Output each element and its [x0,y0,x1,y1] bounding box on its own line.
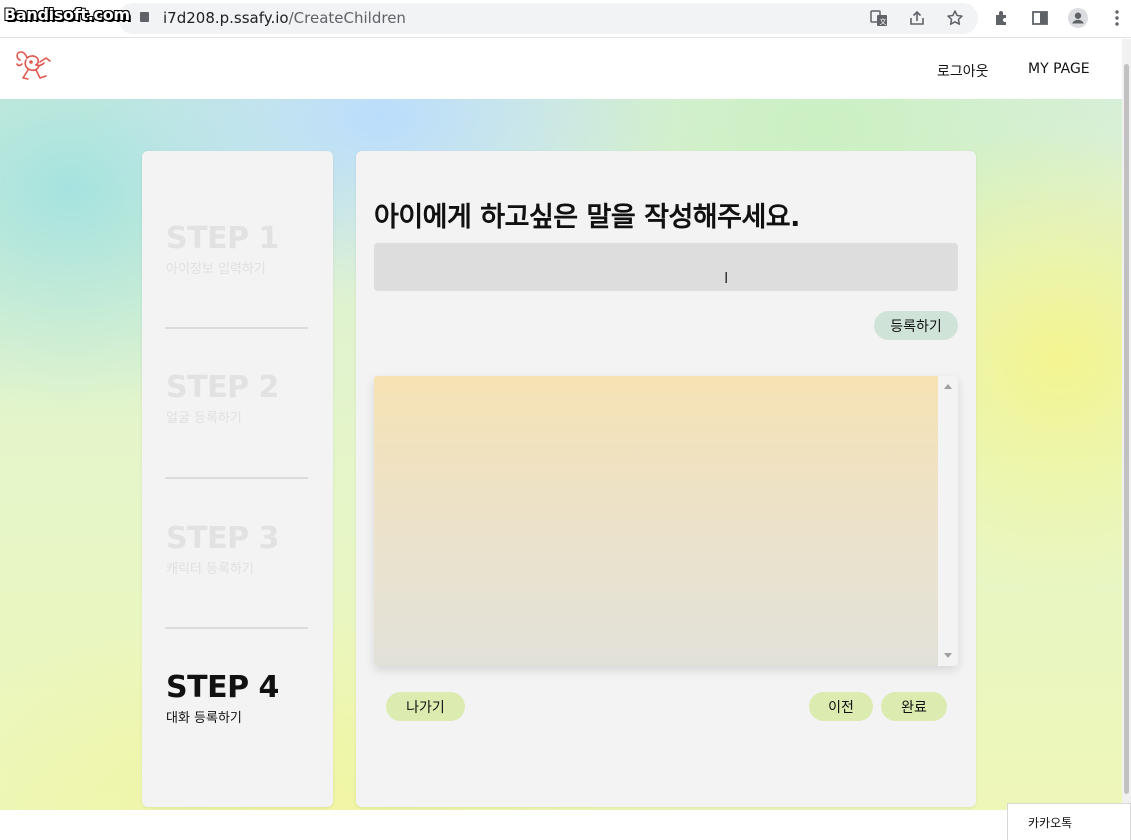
svg-text:文: 文 [880,17,887,26]
url-text[interactable]: i7d208.p.ssafy.io/CreateChildren [163,9,406,27]
step-panel: STEP 1 아이정보 입력하기 STEP 2 얼굴 등록하기 STEP 3 캐… [142,151,333,807]
url-path: /CreateChildren [288,9,406,27]
browser-toolbar: Bandisoft.com i7d208.p.ssafy.io/CreateCh… [0,0,1131,38]
step-2-subtitle: 얼굴 등록하기 [166,411,242,426]
step-4-subtitle: 대화 등록하기 [166,711,242,726]
message-list-scrollbar[interactable] [938,376,958,666]
register-button[interactable]: 등록하기 [874,311,958,340]
profile-icon[interactable] [1068,8,1088,28]
scroll-up-arrow-icon[interactable] [944,384,952,389]
text-cursor-icon: I [724,269,729,287]
done-button[interactable]: 완료 [881,692,947,721]
step-1-subtitle: 아이정보 입력하기 [166,262,266,277]
page-scrollbar-thumb[interactable] [1124,64,1129,794]
share-icon[interactable] [907,8,927,28]
step-1: STEP 1 아이정보 입력하기 [166,221,316,277]
kakaotalk-notification[interactable]: 카카오톡 [1007,803,1131,840]
page-scrollbar[interactable] [1122,39,1131,809]
bottom-strip [0,810,1131,840]
bandisoft-watermark: Bandisoft.com [4,5,130,24]
extensions-icon[interactable] [992,8,1012,28]
step-2-title: STEP 2 [166,370,279,405]
step-divider [165,477,308,479]
star-icon[interactable] [945,8,965,28]
step-1-title: STEP 1 [166,221,279,256]
prev-button[interactable]: 이전 [809,692,873,721]
step-4: STEP 4 대화 등록하기 [166,670,316,726]
message-card: 아이에게 하고싶은 말을 작성해주세요. I 등록하기 나가기 이전 완료 [356,151,976,807]
scroll-down-arrow-icon[interactable] [944,653,952,658]
page-title: 아이에게 하고싶은 말을 작성해주세요. [374,202,800,233]
site-header: 로그아웃 MY PAGE [0,39,1122,99]
logout-link[interactable]: 로그아웃 [937,61,989,81]
step-4-title: STEP 4 [166,670,279,705]
exit-button[interactable]: 나가기 [386,692,465,721]
translate-icon[interactable]: 文 [869,8,889,28]
message-list[interactable] [374,376,958,666]
step-3-subtitle: 캐릭터 등록하기 [166,562,254,577]
step-3: STEP 3 캐릭터 등록하기 [166,521,316,577]
lock-icon[interactable] [140,12,149,22]
sidepanel-icon[interactable] [1030,8,1050,28]
logo-icon[interactable] [14,48,56,86]
step-divider [165,327,308,329]
message-input[interactable] [374,243,958,291]
menu-icon[interactable] [1107,8,1127,28]
step-2: STEP 2 얼굴 등록하기 [166,370,316,426]
step-3-title: STEP 3 [166,521,279,556]
step-divider [165,627,308,629]
mypage-link[interactable]: MY PAGE [1028,61,1090,77]
url-host: i7d208.p.ssafy.io [163,9,289,27]
